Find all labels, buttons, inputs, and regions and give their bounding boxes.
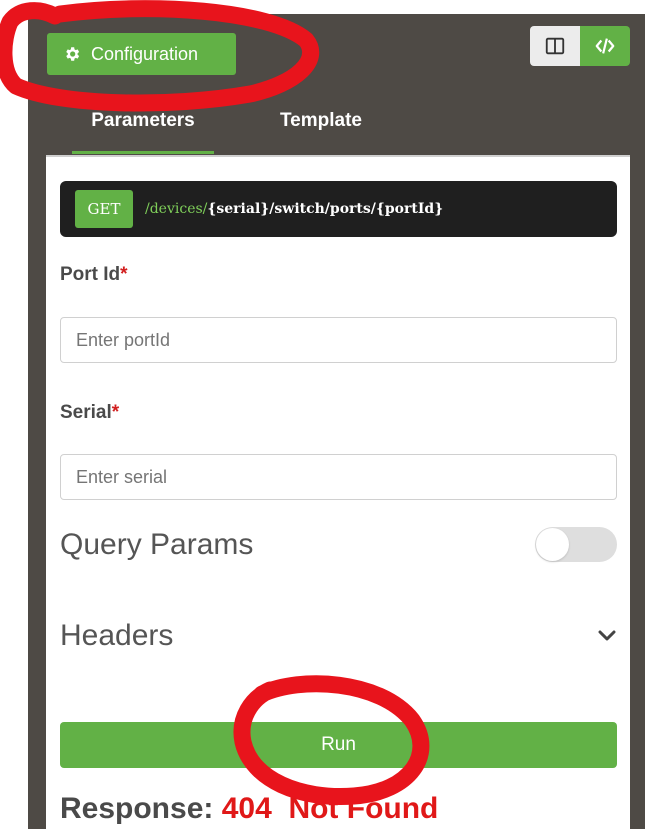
endpoint-path-params: {serial}/switch/ports/{portId} — [207, 201, 444, 217]
port-id-input[interactable] — [60, 317, 617, 363]
run-button[interactable]: Run — [60, 722, 617, 768]
split-view-button[interactable] — [530, 26, 580, 66]
port-id-label-text: Port Id — [60, 264, 121, 285]
tab-parameters-label: Parameters — [91, 110, 195, 131]
endpoint-bar: GET /devices/{serial}/switch/ports/{port… — [60, 181, 617, 237]
response-label: Response: — [60, 792, 214, 825]
code-icon — [595, 38, 615, 54]
configuration-button[interactable]: Configuration — [47, 33, 236, 75]
serial-label-text: Serial — [60, 402, 112, 423]
view-mode-toggle — [530, 26, 630, 66]
query-params-toggle[interactable] — [535, 527, 617, 562]
response-status: 404 Not Found — [221, 792, 439, 825]
split-view-icon — [545, 37, 565, 55]
query-params-title: Query Params — [60, 528, 254, 561]
toggle-knob — [536, 528, 569, 561]
required-marker: * — [111, 402, 120, 423]
parameters-content: GET /devices/{serial}/switch/ports/{port… — [46, 155, 630, 829]
tab-parameters[interactable]: Parameters — [72, 106, 214, 154]
configuration-label: Configuration — [91, 43, 199, 64]
serial-label: Serial* — [60, 402, 119, 424]
serial-input[interactable] — [60, 454, 617, 500]
response-line: Response: 404 Not Found — [60, 792, 438, 826]
http-method-badge: GET — [75, 190, 133, 228]
required-marker: * — [120, 264, 128, 285]
code-view-button[interactable] — [580, 26, 630, 66]
port-id-label: Port Id* — [60, 264, 128, 286]
tab-template-label: Template — [279, 110, 362, 131]
tab-template[interactable]: Template — [256, 106, 386, 154]
headers-title: Headers — [60, 619, 174, 652]
endpoint-path-static: /devices/ — [145, 201, 208, 217]
chevron-down-icon[interactable] — [595, 623, 619, 647]
endpoint-path: /devices/{serial}/switch/ports/{portId} — [145, 201, 443, 217]
gear-icon — [66, 47, 80, 61]
